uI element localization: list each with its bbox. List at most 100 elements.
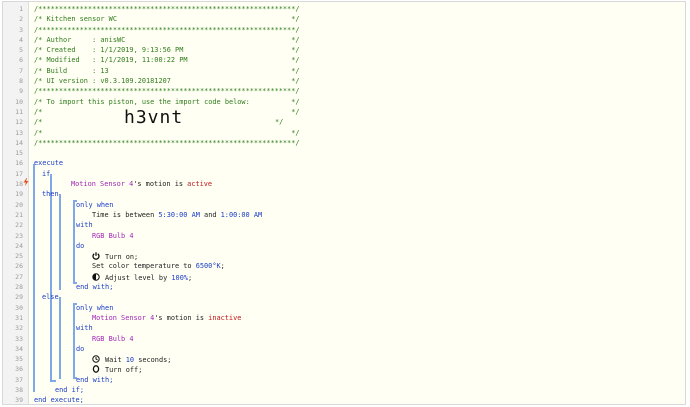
piston-name-comment: /* Kitchen sensor WC */	[34, 15, 300, 24]
code-line: 27 Adjust level by 100%;	[3, 272, 685, 282]
line-number: 13	[15, 128, 23, 137]
piston-code-viewer: 1 /**************************************…	[2, 1, 686, 405]
code-line: 15	[3, 148, 685, 158]
line-number: 35	[15, 355, 23, 364]
line-content: Motion Sensor 4's motion is inactive	[92, 313, 241, 323]
else-keyword[interactable]: else	[42, 293, 59, 301]
code-line: 9 /**************************************…	[3, 86, 685, 96]
active-state[interactable]: active	[187, 180, 212, 188]
line-content: RGB Bulb 4	[92, 334, 134, 344]
code-line: 19 then	[3, 189, 685, 199]
inactive-state[interactable]: inactive	[208, 314, 241, 322]
line-number: 3	[19, 25, 23, 34]
set-color-text[interactable]: Set color temperature to	[92, 262, 196, 270]
code-line: 16 execute	[3, 158, 685, 168]
line-number: 33	[15, 334, 23, 343]
line-number: 19	[15, 190, 23, 199]
and-text: and	[204, 210, 217, 219]
line-number: 20	[15, 200, 23, 209]
line-number: 38	[15, 385, 23, 394]
line-content: end with;	[76, 282, 113, 292]
code-line: 33 RGB Bulb 4	[3, 334, 685, 344]
color-temperature-value[interactable]: 6500°K	[196, 262, 221, 270]
line-content: /* */	[34, 128, 300, 138]
line-content: /***************************************…	[34, 86, 300, 96]
code-line: 31 Motion Sensor 4's motion is inactive	[3, 313, 685, 323]
comment-open: /*	[34, 118, 43, 127]
line-number: 39	[15, 396, 23, 405]
level-value[interactable]: 100%	[171, 274, 188, 282]
code-line: 14 /*************************************…	[3, 138, 685, 148]
line-number: 24	[15, 241, 23, 250]
motion-sensor-device[interactable]: Motion Sensor 4	[92, 314, 154, 322]
execute-keyword[interactable]: execute	[34, 159, 63, 167]
code-line: 18 Motion Sensor 4's motion is active	[3, 179, 685, 189]
line-content: end with;	[76, 375, 113, 385]
wait-value[interactable]: 10	[126, 356, 134, 364]
code-line: 32 with	[3, 323, 685, 333]
start-time[interactable]: 5:30:00 AM	[158, 211, 200, 219]
if-keyword[interactable]: if	[42, 170, 50, 178]
then-keyword[interactable]: then	[42, 190, 59, 198]
code-line: 38 end if;	[3, 385, 685, 395]
line-content: end if;	[55, 385, 84, 395]
wait-text[interactable]: Wait	[105, 356, 126, 364]
line-content: end execute;	[34, 395, 84, 404]
line-content: RGB Bulb 4	[92, 231, 134, 241]
comment-line: /***************************************…	[34, 25, 300, 34]
time-condition-text: Time is between	[92, 210, 159, 219]
do-keyword[interactable]: do	[76, 242, 84, 250]
code-line: 4 /* Author : anisWC */	[3, 35, 685, 45]
code-line: 29 else	[3, 292, 685, 302]
line-number: 11	[15, 107, 23, 116]
code-line: 12 /* h3vnt */	[3, 108, 685, 127]
end-with-keyword[interactable]: end with;	[76, 376, 113, 384]
turn-off-action[interactable]: Turn off;	[105, 366, 142, 374]
line-number: 2	[19, 15, 23, 24]
line-number: 1	[19, 5, 23, 13]
line-number: 8	[19, 77, 23, 86]
code-line: 23 RGB Bulb 4	[3, 231, 685, 241]
line-number: 16	[15, 159, 23, 168]
comment-line: /* */	[34, 128, 300, 137]
line-content: only when	[76, 303, 113, 313]
code-line: 7 /* Build : 13 */	[3, 66, 685, 76]
import-code[interactable]: h3vnt	[124, 108, 183, 127]
code-line: 10 /* To import this piston, use the impo…	[3, 97, 685, 107]
end-execute-keyword[interactable]: end execute;	[34, 396, 84, 404]
end-time[interactable]: 1:00:00 AM	[221, 211, 263, 219]
line-content: Set color temperature to 6500°K;	[92, 261, 225, 271]
line-number: 34	[15, 344, 23, 353]
line-number: 36	[15, 365, 23, 374]
line-number: 25	[15, 252, 23, 261]
motion-sensor-device[interactable]: Motion Sensor 4	[71, 180, 133, 188]
comment-line: /***************************************…	[34, 87, 300, 96]
line-content: /***************************************…	[34, 138, 300, 148]
line-content: execute	[34, 158, 63, 168]
line-content: /* Build : 13 */	[34, 66, 300, 76]
line-content: /***************************************…	[34, 4, 300, 14]
line-number: 30	[15, 303, 23, 312]
adjust-level-text[interactable]: Adjust level by	[105, 274, 171, 282]
line-content: /* To import this piston, use the import…	[34, 97, 300, 107]
code-line: 28 end with;	[3, 282, 685, 292]
code-line: 26 Set color temperature to 6500°K;	[3, 261, 685, 271]
code-lines: 1 /**************************************…	[3, 4, 685, 405]
line-number: 5	[19, 46, 23, 55]
line-number: 17	[15, 169, 23, 178]
do-keyword[interactable]: do	[76, 345, 84, 353]
rgb-bulb-device[interactable]: RGB Bulb 4	[92, 335, 134, 343]
only-when-keyword[interactable]: only when	[76, 304, 113, 312]
turn-on-action[interactable]: Turn on;	[105, 253, 138, 261]
with-keyword[interactable]: with	[76, 324, 93, 332]
line-number: 27	[15, 272, 23, 281]
condition-text: 's motion is	[133, 180, 188, 189]
only-when-keyword[interactable]: only when	[76, 201, 113, 209]
condition-text: 's motion is	[154, 313, 209, 322]
rgb-bulb-device[interactable]: RGB Bulb 4	[92, 232, 134, 240]
end-if-keyword[interactable]: end if;	[55, 386, 84, 394]
line-number: 37	[15, 375, 23, 384]
with-keyword[interactable]: with	[76, 221, 93, 229]
code-line: 5 /* Created : 1/1/2019, 9:13:56 PM */	[3, 45, 685, 55]
end-with-keyword[interactable]: end with;	[76, 283, 113, 291]
